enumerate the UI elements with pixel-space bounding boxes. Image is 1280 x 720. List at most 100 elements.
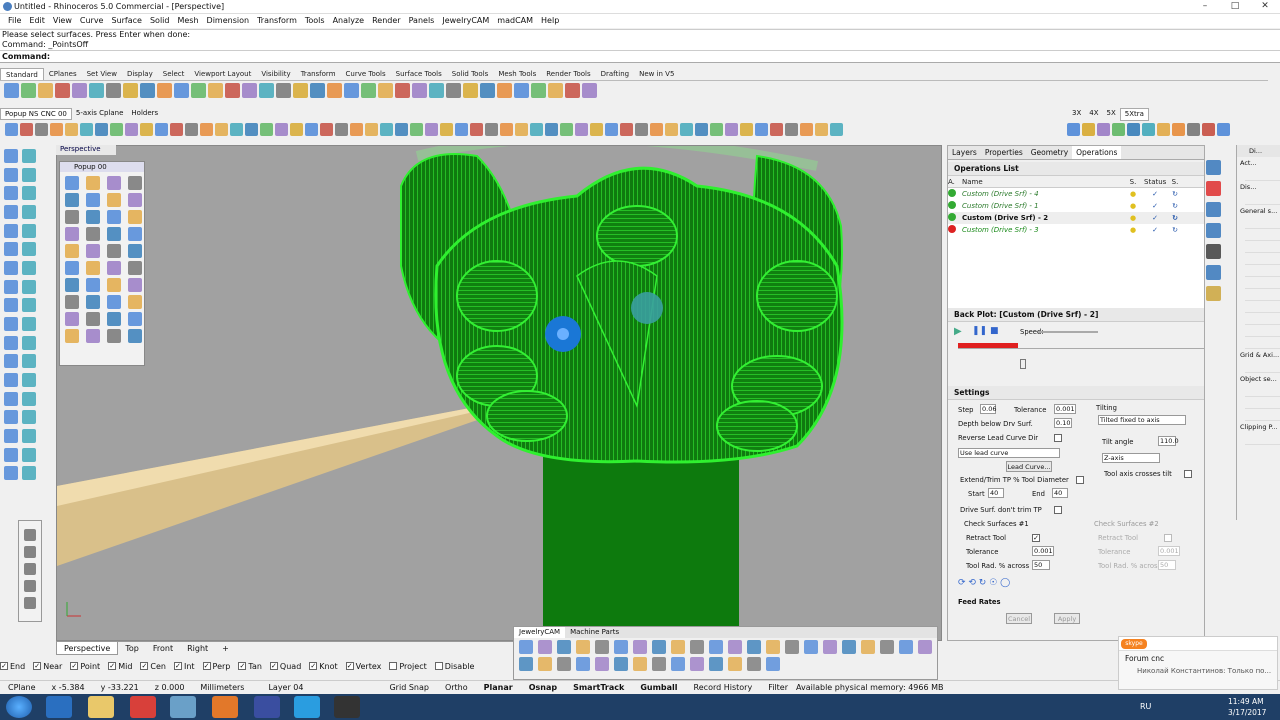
machine-tool-icon[interactable] bbox=[633, 640, 647, 654]
machine-tool-icon[interactable] bbox=[652, 657, 666, 671]
toolbar-icon[interactable] bbox=[1127, 122, 1140, 136]
operation-tool-icon[interactable] bbox=[1206, 223, 1221, 238]
menu-item[interactable]: Render bbox=[368, 14, 404, 28]
toolbar-tab[interactable]: CPlanes bbox=[44, 68, 82, 80]
toolbar-tab[interactable]: Display bbox=[122, 68, 158, 80]
machine-tool-icon[interactable] bbox=[671, 657, 685, 671]
machine-tool-icon[interactable] bbox=[880, 640, 894, 654]
machine-tool-icon[interactable] bbox=[519, 640, 533, 654]
play-icon[interactable]: ▶ bbox=[954, 326, 962, 337]
toolbar-icon[interactable] bbox=[446, 82, 461, 98]
machine-tool-icon[interactable] bbox=[823, 640, 837, 654]
osnap-checkbox[interactable]: ✓ bbox=[108, 662, 117, 670]
popup-tool-icon[interactable] bbox=[86, 176, 100, 190]
machine-tool-icon[interactable] bbox=[804, 640, 818, 654]
extra-tool-icons[interactable]: ⟳ ⟲ ↻ ☉ ◯ bbox=[958, 578, 1010, 588]
tool-rad-field-2[interactable]: 50 bbox=[1158, 560, 1176, 570]
machine-tool-icon[interactable] bbox=[614, 657, 628, 671]
check-icon[interactable]: ✓ bbox=[1144, 202, 1166, 210]
osnap-disable[interactable]: Disable bbox=[434, 662, 474, 671]
popup-tool-icon[interactable] bbox=[128, 312, 142, 326]
toolbar2-right-tab[interactable]: 5X bbox=[1103, 108, 1120, 121]
osnap-vertex[interactable]: ✓ Vertex bbox=[345, 662, 381, 671]
maximize-icon[interactable]: □ bbox=[1220, 0, 1250, 13]
popup-tool-icon[interactable] bbox=[128, 261, 142, 275]
retract-checkbox[interactable]: ✓ bbox=[1032, 534, 1040, 542]
machine-tool-icon[interactable] bbox=[766, 640, 780, 654]
left-tool-icon[interactable] bbox=[4, 186, 18, 201]
step-field[interactable]: 0.06 bbox=[980, 404, 996, 414]
popup-tool-icon[interactable] bbox=[128, 278, 142, 292]
toolbar-icon[interactable] bbox=[185, 122, 198, 136]
popup-tool-icon[interactable] bbox=[65, 227, 79, 241]
toolbar-icon[interactable] bbox=[515, 122, 528, 136]
menu-item[interactable]: madCAM bbox=[493, 14, 537, 28]
operation-tool-icon[interactable] bbox=[1206, 265, 1221, 280]
popup-tool-icon[interactable] bbox=[128, 193, 142, 207]
left-tool-icon[interactable] bbox=[22, 186, 36, 201]
toolbar-icon[interactable] bbox=[72, 82, 87, 98]
toolbar-icon[interactable] bbox=[140, 82, 155, 98]
rhino-taskbar-icon[interactable] bbox=[334, 696, 360, 718]
display-panel-row[interactable]: Object se... bbox=[1237, 373, 1280, 385]
toolbar-icon[interactable] bbox=[4, 82, 19, 98]
display-panel-title[interactable]: Di... bbox=[1237, 145, 1280, 157]
toolbar-icon[interactable] bbox=[575, 122, 588, 136]
display-panel-subrow[interactable] bbox=[1245, 325, 1280, 337]
toolbar-icon[interactable] bbox=[565, 82, 580, 98]
machine-tool-icon[interactable] bbox=[728, 640, 742, 654]
refresh-icon[interactable]: ↻ bbox=[1166, 214, 1184, 222]
column-header[interactable]: Status bbox=[1144, 178, 1166, 186]
start-field[interactable]: 40 bbox=[988, 488, 1004, 498]
popup-tool-icon[interactable] bbox=[107, 210, 121, 224]
osnap-quad[interactable]: ✓ Quad bbox=[269, 662, 301, 671]
toolbar-icon[interactable] bbox=[275, 122, 288, 136]
operation-tool-icon[interactable] bbox=[1206, 181, 1221, 196]
osnap-point[interactable]: ✓ Point bbox=[70, 662, 100, 671]
clock-date[interactable]: 3/17/2017 bbox=[1228, 708, 1266, 717]
toolbar-tab[interactable]: Visibility bbox=[256, 68, 295, 80]
menu-item[interactable]: Help bbox=[537, 14, 563, 28]
display-panel-subrow[interactable] bbox=[1245, 397, 1280, 409]
toolbar-icon[interactable] bbox=[440, 122, 453, 136]
toolbar-icon[interactable] bbox=[125, 122, 138, 136]
bulb-icon[interactable]: ● bbox=[1122, 190, 1144, 198]
viewport-tab[interactable]: Front bbox=[146, 642, 180, 655]
toolbar-icon[interactable] bbox=[545, 122, 558, 136]
toolbar-icon[interactable] bbox=[157, 82, 172, 98]
toolbar-icon[interactable] bbox=[412, 82, 427, 98]
left-tool-icon[interactable] bbox=[22, 223, 36, 238]
display-panel-subrow[interactable] bbox=[1245, 217, 1280, 229]
toolbar-icon[interactable] bbox=[830, 122, 843, 136]
reverse-checkbox[interactable] bbox=[1054, 434, 1062, 442]
left-tool-icon[interactable] bbox=[22, 298, 36, 313]
display-panel-subrow[interactable] bbox=[1245, 229, 1280, 241]
osnap-int[interactable]: ✓ Int bbox=[173, 662, 195, 671]
toolbar-icon[interactable] bbox=[770, 122, 783, 136]
lead-curve-button[interactable]: Lead Curve... bbox=[1006, 461, 1052, 472]
toolbar-icon[interactable] bbox=[35, 122, 48, 136]
toolbar-icon[interactable] bbox=[1172, 122, 1185, 136]
cancel-button[interactable]: Cancel bbox=[1006, 613, 1032, 624]
display-panel-subrow[interactable] bbox=[1245, 301, 1280, 313]
popup-tool-icon[interactable] bbox=[65, 244, 79, 258]
display-panel-row[interactable]: Dis... bbox=[1237, 181, 1280, 193]
machine-tool-icon[interactable] bbox=[576, 657, 590, 671]
toolbar-tab[interactable]: Surface Tools bbox=[391, 68, 447, 80]
toolbar2-tab[interactable]: Holders bbox=[127, 108, 162, 120]
toolbar-icon[interactable] bbox=[500, 122, 513, 136]
toolbar-icon[interactable] bbox=[365, 122, 378, 136]
left-tool-icon[interactable] bbox=[22, 149, 36, 163]
toolbar-icon[interactable] bbox=[680, 122, 693, 136]
viewport-tab[interactable]: Top bbox=[118, 642, 146, 655]
left-tool-icon[interactable] bbox=[22, 279, 36, 294]
toolbar-icon[interactable] bbox=[395, 82, 410, 98]
osnap-cen[interactable]: ✓ Cen bbox=[140, 662, 166, 671]
machine-tool-icon[interactable] bbox=[595, 657, 609, 671]
bulb-icon[interactable]: ● bbox=[1122, 214, 1144, 222]
feed-rates-header[interactable]: Feed Rates bbox=[958, 598, 1001, 606]
display-panel-subrow[interactable] bbox=[1245, 433, 1280, 445]
toolbar-icon[interactable] bbox=[395, 122, 408, 136]
toolbar-icon[interactable] bbox=[725, 122, 738, 136]
display-panel-subrow[interactable] bbox=[1245, 337, 1280, 349]
